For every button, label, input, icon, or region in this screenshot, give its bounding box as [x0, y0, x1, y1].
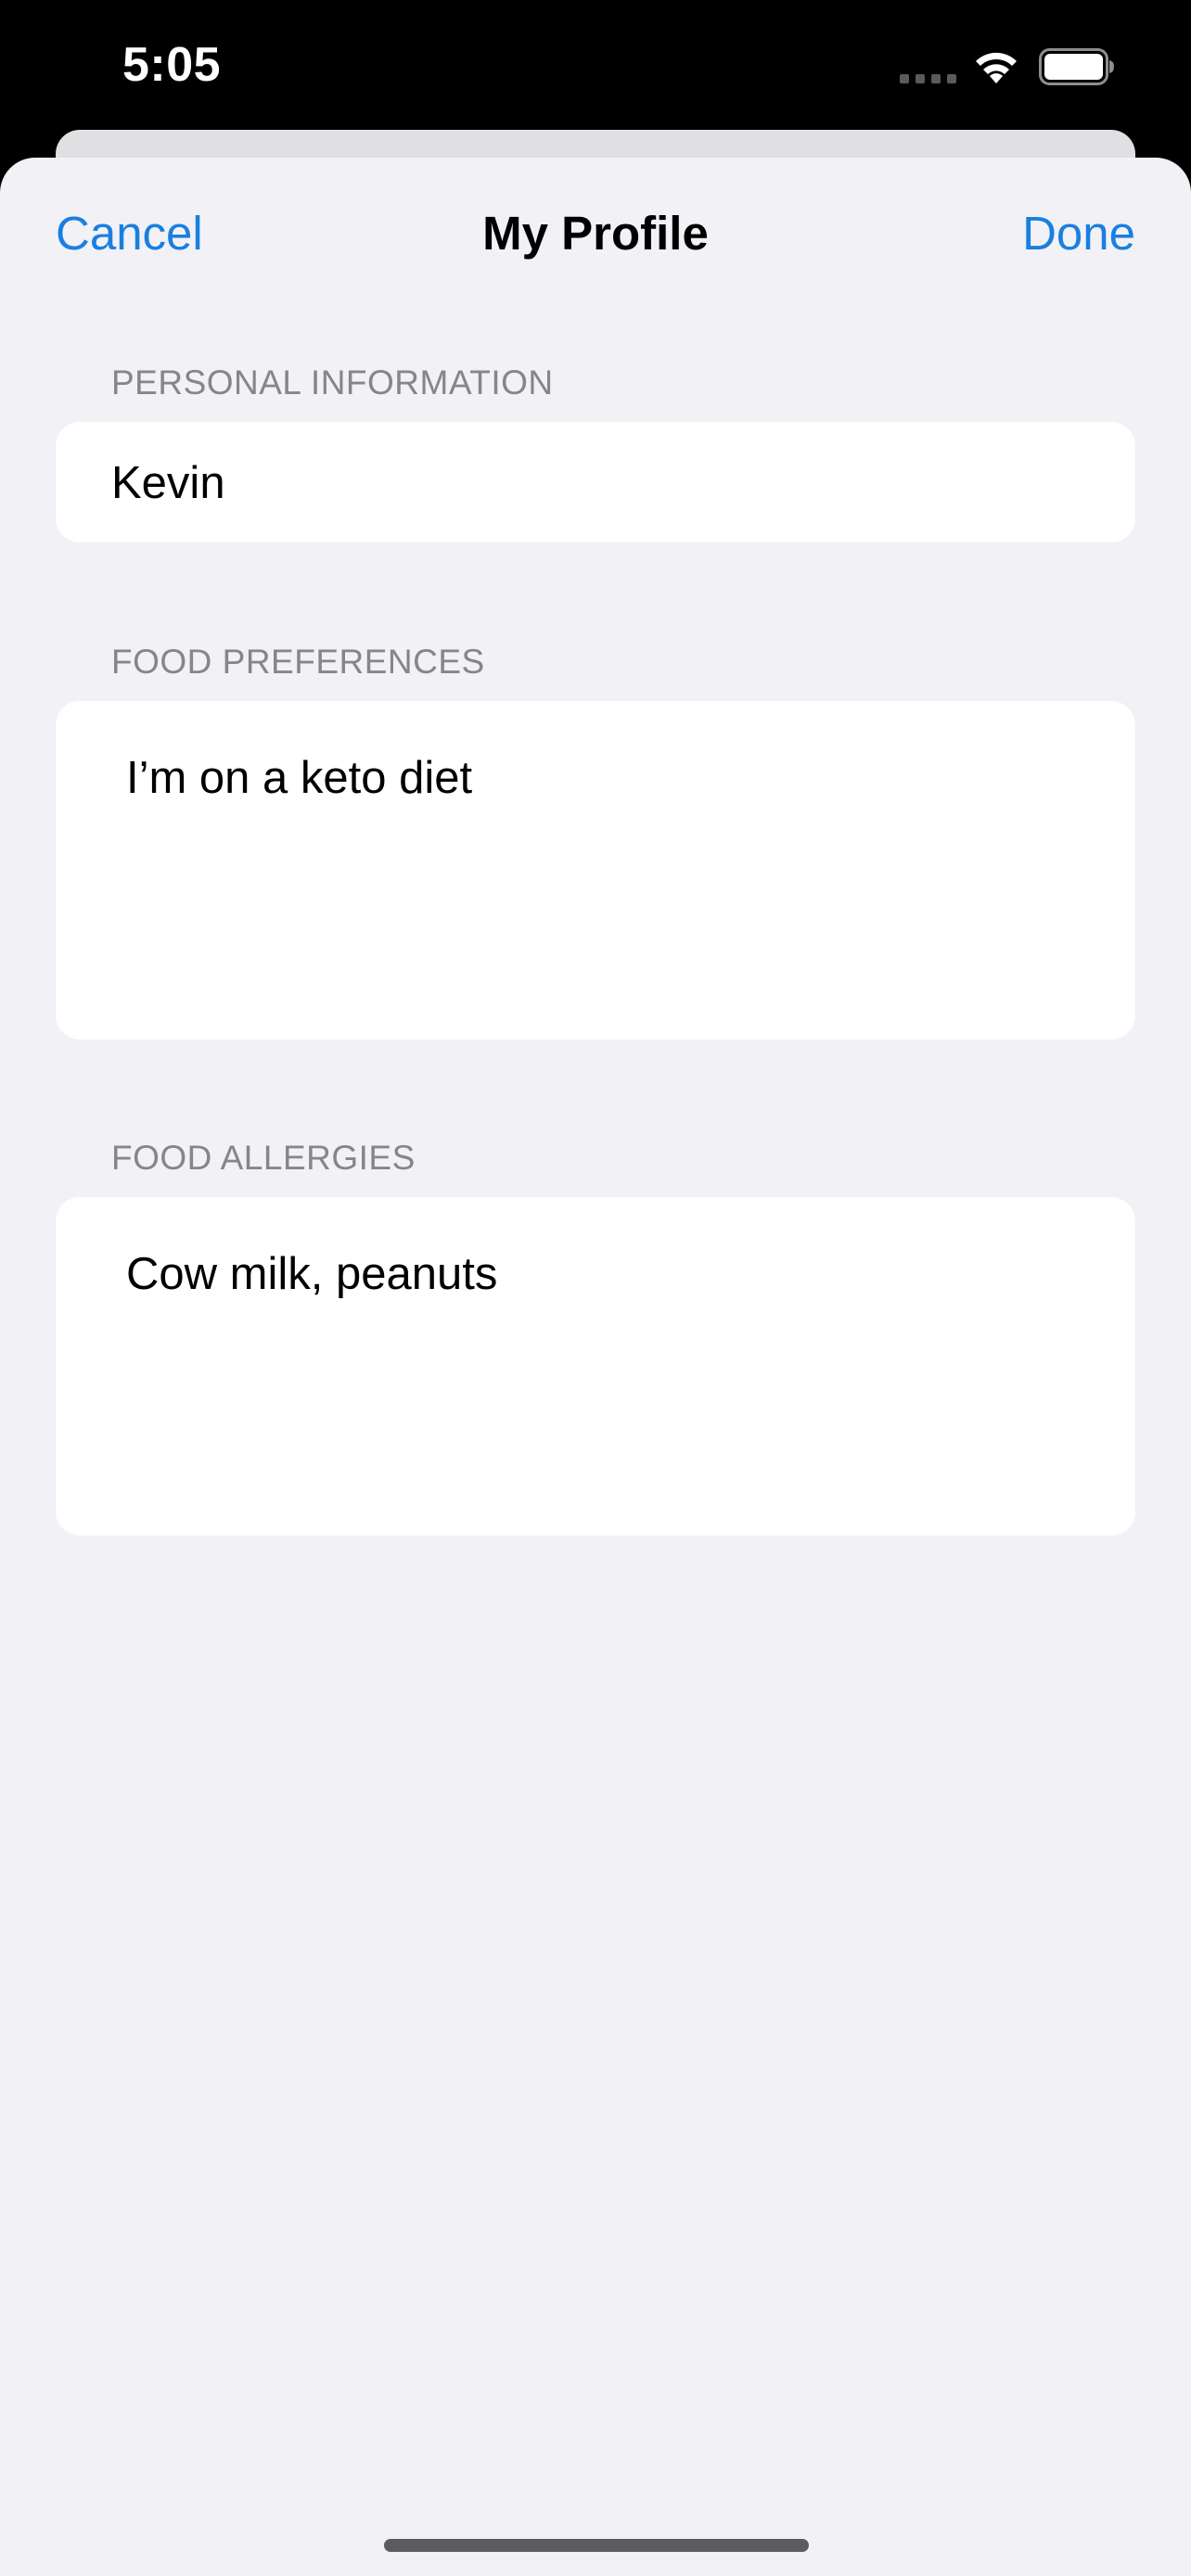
food-preferences-field[interactable]: I’m on a keto diet — [56, 701, 1135, 1039]
food-preferences-value: I’m on a keto diet — [126, 753, 473, 803]
home-indicator — [384, 2539, 809, 2552]
name-field[interactable]: Kevin — [56, 422, 1135, 542]
status-time: 5:05 — [122, 38, 222, 92]
signal-icon — [900, 74, 957, 83]
profile-sheet: Cancel My Profile Done PERSONAL INFORMAT… — [0, 158, 1191, 2576]
screen: 5:05 Cancel My Profile Done PERSONAL INF… — [0, 0, 1191, 2576]
wifi-icon — [976, 52, 1017, 83]
food-allergies-field[interactable]: Cow milk, peanuts — [56, 1197, 1135, 1536]
page-title: My Profile — [482, 207, 709, 260]
navigation-bar: Cancel My Profile Done — [0, 158, 1191, 315]
battery-icon — [1039, 48, 1114, 85]
section-header-food-preferences: FOOD PREFERENCES — [111, 643, 485, 681]
section-header-food-allergies: FOOD ALLERGIES — [111, 1139, 416, 1177]
food-allergies-value: Cow milk, peanuts — [126, 1249, 498, 1299]
name-field-value: Kevin — [111, 458, 225, 508]
done-button[interactable]: Done — [1022, 206, 1135, 261]
section-header-personal-information: PERSONAL INFORMATION — [111, 363, 554, 402]
status-bar: 5:05 — [0, 0, 1191, 139]
